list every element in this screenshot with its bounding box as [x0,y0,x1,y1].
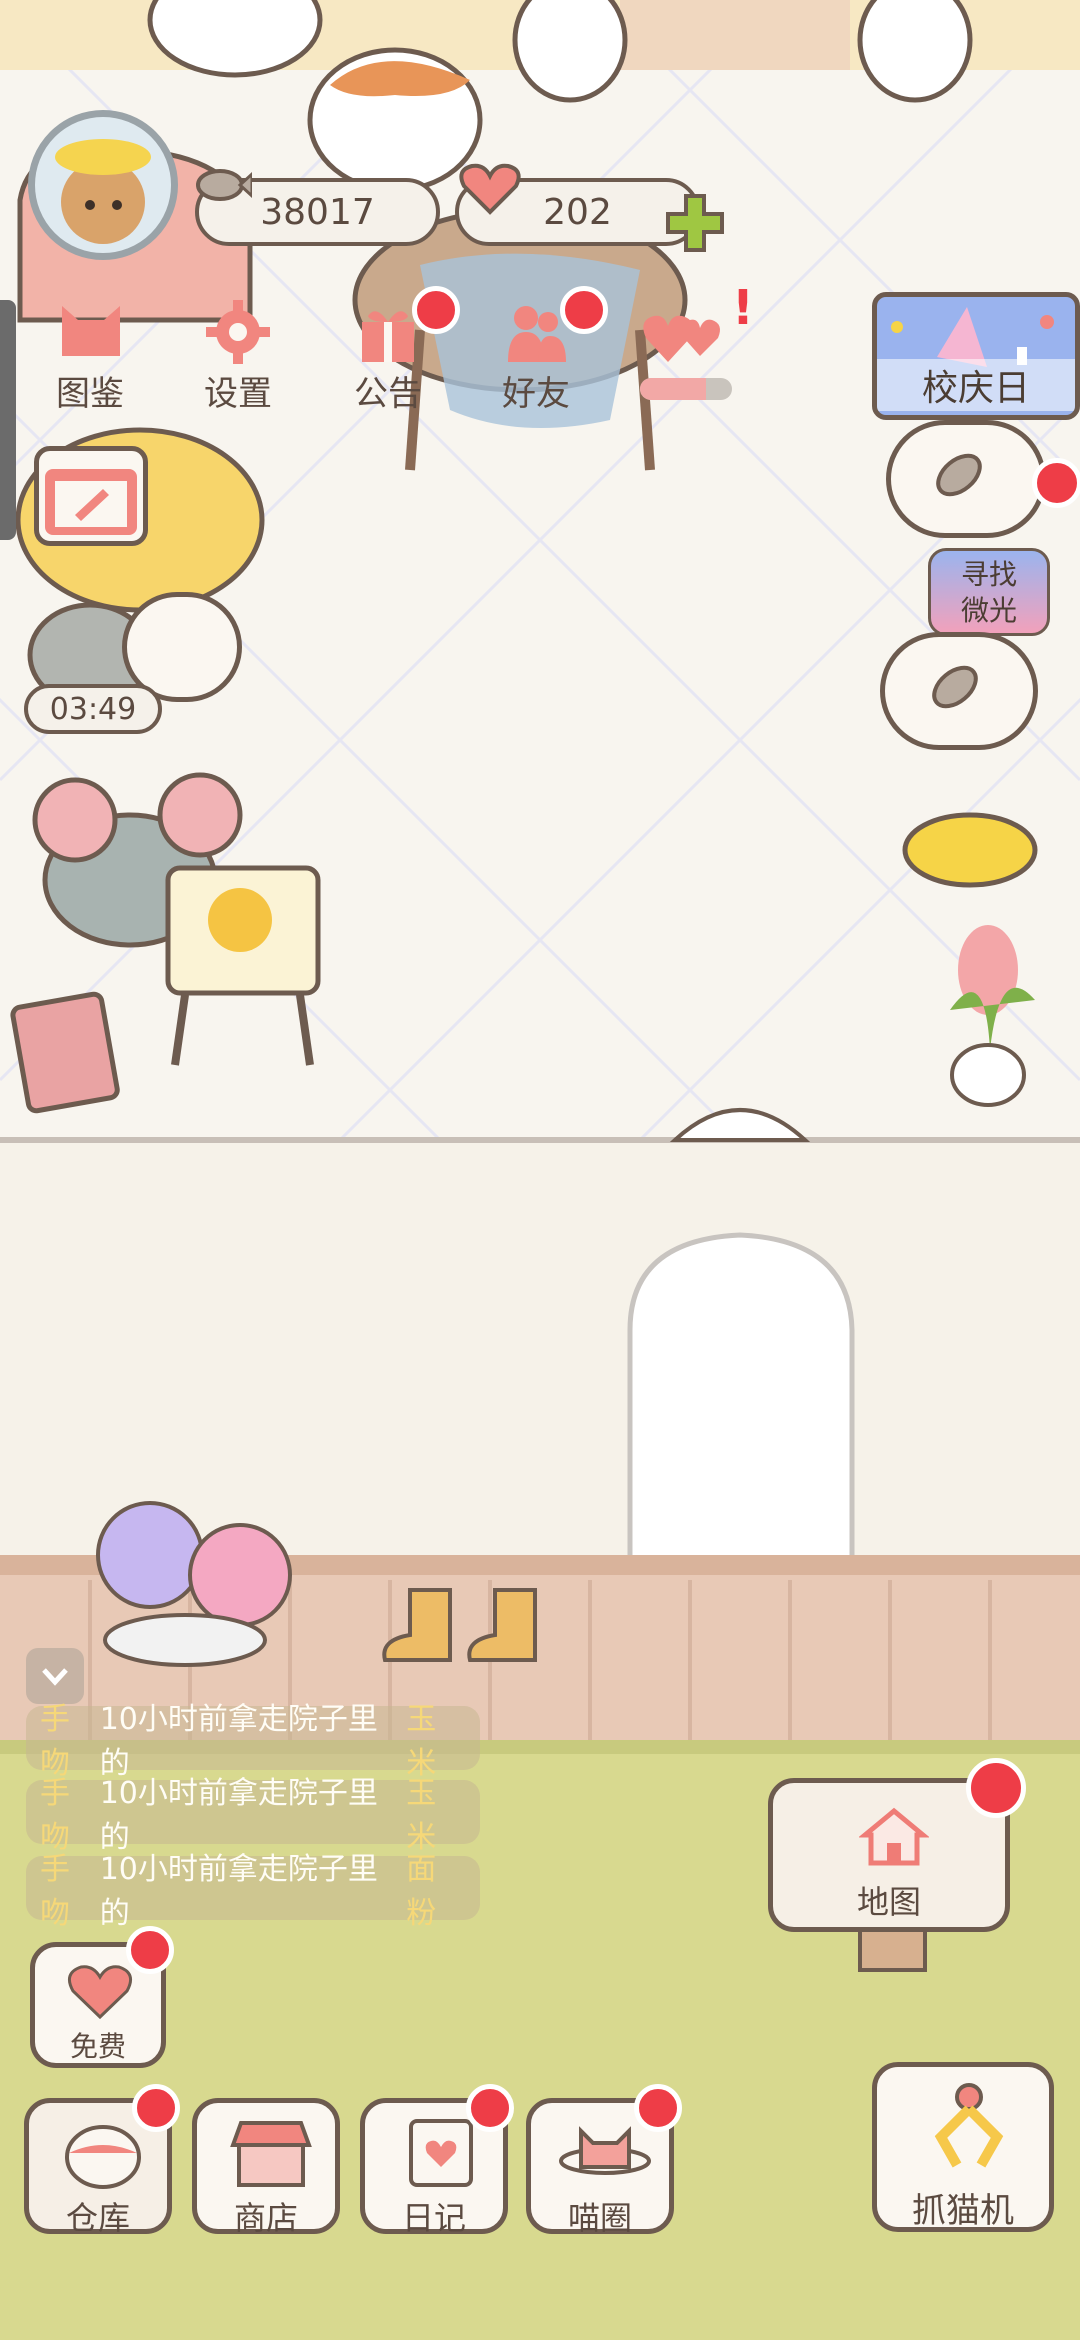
favorites-alert-icon: ! [732,280,754,336]
heart-count: 202 [543,191,612,233]
chat-item: 玉米 [406,1776,437,1855]
warehouse-label: 仓库 [65,2199,130,2237]
heart-gift-icon [67,1965,133,2020]
diary-label: 日记 [401,2199,466,2237]
chat-text: 10小时前拿走院子里的 [99,1852,378,1931]
search-label-line1: 寻找 [960,558,1017,591]
calendar-pencil-icon [45,469,137,535]
chat-item: 面粉 [406,1852,437,1931]
chat-user: 手吻 [40,1852,70,1931]
free-badge [126,1926,174,1974]
fish-bubble-2-icon [932,665,978,709]
avatar-dog-icon [55,139,151,244]
friends-icon [508,306,566,362]
calendar-task-button[interactable] [34,446,148,546]
map-label: 地图 [856,1883,921,1921]
chat-user: 手吻 [40,1776,70,1855]
menu-label-collection: 图鉴 [56,374,124,414]
chat-message: 手吻 10小时前拿走院子里的 面粉 [26,1852,480,1931]
heart-icon [458,160,522,220]
avatar[interactable] [28,110,178,260]
menu-item-settings[interactable]: 设置 [178,300,298,414]
menu-item-announcement[interactable]: 公告 [328,286,460,414]
house-icon [859,1807,929,1866]
claw-machine-button[interactable]: 抓猫机 [872,2062,1054,2232]
side-drawer-handle[interactable] [0,300,16,540]
search-glimmer-button[interactable]: 寻找 微光 [928,548,1050,636]
menu-item-collection[interactable]: 图鉴 [30,300,150,414]
favorites-progress-bar [640,378,732,400]
fish-bubble-icon [936,453,982,497]
cat-circle-label: 喵圈 [567,2199,632,2237]
event-banner-label: 校庆日 [877,359,1075,411]
cat-face-icon [62,306,120,356]
chat-message: 手吻 10小时前拿走院子里的 玉米 [26,1702,480,1781]
menu-label-announcement: 公告 [354,374,422,414]
search-label-line2: 微光 [960,594,1017,627]
timer-text: 03:49 [49,691,137,727]
friends-badge [560,286,608,334]
menu-item-favorites[interactable]: ! [632,280,754,410]
fish-count: 38017 [260,191,375,233]
diary-badge [466,2084,514,2132]
claw-machine-label: 抓猫机 [912,2191,1014,2231]
menu-label-friends: 好友 [502,374,570,414]
fish-bubble[interactable] [886,420,1046,538]
gift-icon [362,311,414,362]
announcement-badge [412,286,460,334]
add-hearts-button[interactable] [664,192,726,254]
cat-circle-badge [634,2084,682,2132]
timer-badge: 03:49 [24,684,162,734]
fish-icon [192,160,254,214]
cat-planet-icon [559,2126,651,2175]
chat-message: 手吻 10小时前拿走院子里的 玉米 [26,1776,480,1855]
hearts-icon [643,315,720,362]
shop-button[interactable]: 商店 [192,2098,340,2237]
event-banner-button[interactable]: 校庆日 [872,292,1080,420]
menu-item-friends[interactable]: 好友 [476,286,608,414]
warehouse-badge [132,2084,180,2132]
chat-text: 10小时前拿走院子里的 [99,1776,378,1855]
shop-label: 商店 [233,2199,298,2237]
diary-book-icon [409,2119,473,2187]
free-label: 免费 [69,2030,126,2063]
storage-box-icon [65,2125,141,2189]
gear-icon [206,300,270,364]
plus-icon [666,194,724,252]
fish-bubble-2[interactable] [880,632,1038,750]
claw-icon [934,2083,1004,2168]
shop-icon [230,2121,312,2187]
map-badge [966,1758,1026,1818]
quest-badge [1032,458,1080,508]
menu-label-settings: 设置 [204,374,272,414]
